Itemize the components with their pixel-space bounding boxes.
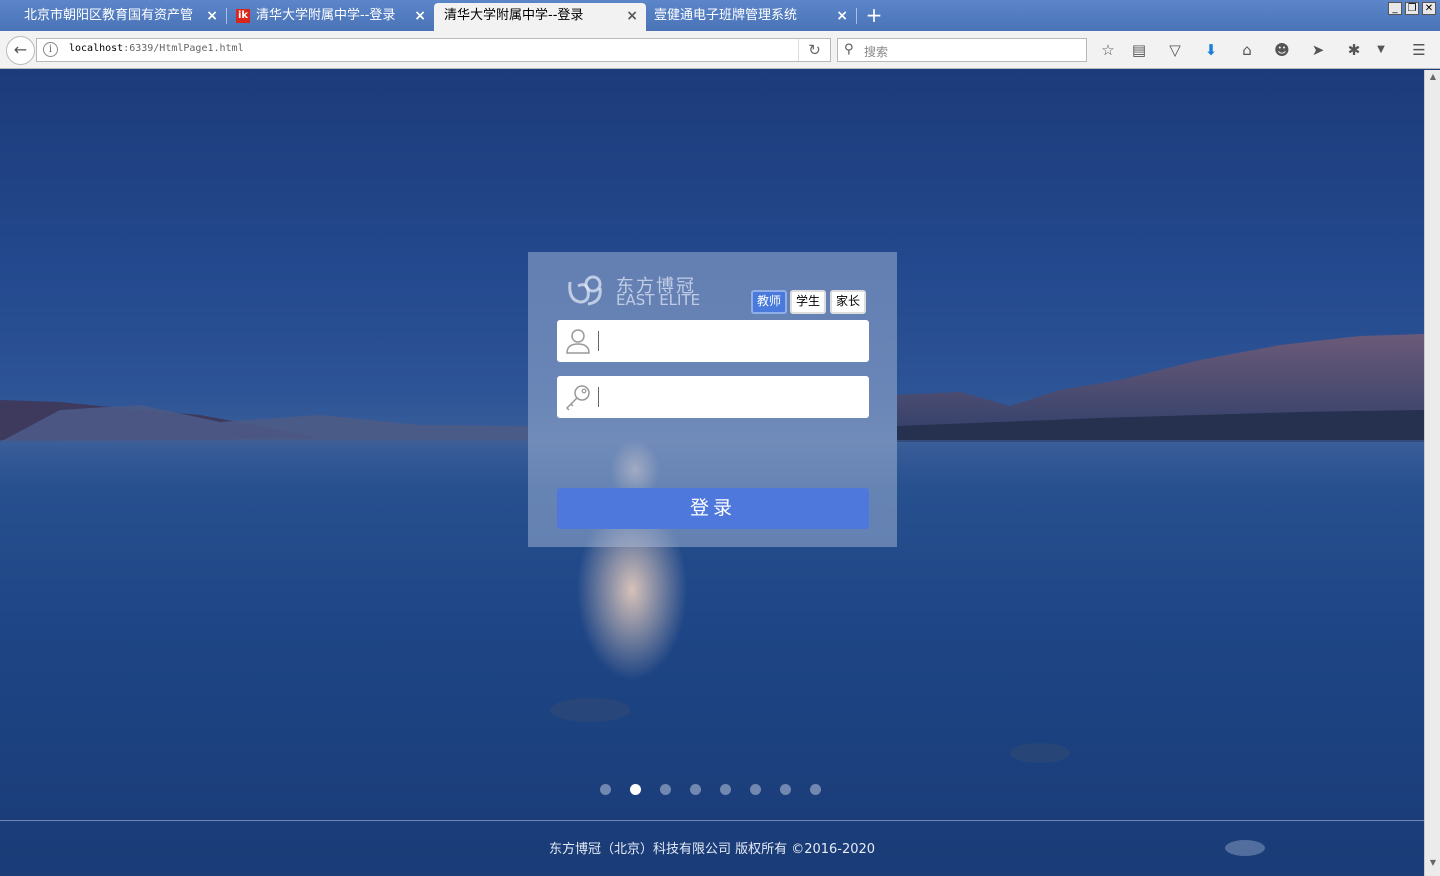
page-background: 东方博冠 EAST ELITE 教师 学生 家长 登录 东方博冠（北京）科技有限… xyxy=(0,70,1424,876)
tab-3-active[interactable]: 清华大学附属中学--登录 × xyxy=(434,3,646,31)
url-host: localhost xyxy=(69,43,124,54)
tab-title: 北京市朝阳区教育国有资产管… xyxy=(24,8,194,23)
reload-icon[interactable]: ↻ xyxy=(798,39,830,61)
send-icon[interactable]: ➤ xyxy=(1307,39,1329,61)
back-button[interactable]: ← xyxy=(6,36,35,65)
site-favicon-icon: ik xyxy=(236,8,250,23)
carousel-dot[interactable] xyxy=(600,784,611,795)
url-path: :6339/HtmlPage1.html xyxy=(123,43,244,54)
brand-logo-icon xyxy=(568,275,602,306)
restore-button[interactable]: ❐ xyxy=(1405,2,1419,15)
tab-title: 清华大学附属中学--登录 xyxy=(256,8,396,23)
close-icon[interactable]: × xyxy=(206,3,218,29)
tab-title: 清华大学附属中学--登录 xyxy=(444,8,584,23)
nav-bar: ← i localhost:6339/HtmlPage1.html ↻ ⚲ 搜索… xyxy=(0,31,1440,69)
tab-bar: 北京市朝阳区教育国有资产管… × ik 清华大学附属中学--登录 × 清华大学附属… xyxy=(0,0,1440,31)
footer-copyright: 东方博冠（北京）科技有限公司 版权所有 ©2016-2020 xyxy=(548,842,876,857)
tab-2[interactable]: ik 清华大学附属中学--登录 × xyxy=(226,3,434,31)
carousel-dot[interactable] xyxy=(810,784,821,795)
carousel-dot[interactable] xyxy=(660,784,671,795)
password-field[interactable] xyxy=(557,376,869,418)
scroll-up-icon[interactable]: ▲ xyxy=(1427,72,1439,86)
password-input[interactable] xyxy=(603,382,861,412)
url-text[interactable]: localhost:6339/HtmlPage1.html xyxy=(69,43,244,54)
carousel-dot[interactable] xyxy=(630,784,641,795)
new-tab-button[interactable]: + xyxy=(862,3,886,29)
key-icon xyxy=(565,385,590,411)
logo-en: EAST ELITE xyxy=(616,291,701,309)
home-icon[interactable]: ⌂ xyxy=(1236,39,1258,61)
scroll-down-icon[interactable]: ▼ xyxy=(1427,858,1439,872)
login-button[interactable]: 登录 xyxy=(557,488,869,529)
chevron-down-icon[interactable]: ▼ xyxy=(1370,39,1392,61)
url-bar[interactable]: i localhost:6339/HtmlPage1.html ↻ xyxy=(36,38,831,62)
extension-icon[interactable]: ✱ xyxy=(1343,39,1365,61)
tab-4[interactable]: 壹健通电子班牌管理系统 × xyxy=(644,3,856,31)
chat-icon[interactable]: ☻ xyxy=(1271,39,1293,61)
footer-divider xyxy=(0,820,1424,821)
logo: 东方博冠 EAST ELITE xyxy=(566,270,746,310)
close-icon[interactable]: × xyxy=(836,3,848,29)
carousel-dot[interactable] xyxy=(780,784,791,795)
login-panel: 东方博冠 EAST ELITE 教师 学生 家长 登录 xyxy=(528,252,897,547)
field-divider xyxy=(598,387,599,407)
user-icon xyxy=(566,329,590,354)
field-divider xyxy=(598,331,599,351)
carousel-dot[interactable] xyxy=(690,784,701,795)
info-icon[interactable]: i xyxy=(43,42,58,57)
minimize-button[interactable]: _ xyxy=(1388,2,1402,15)
carousel-dot[interactable] xyxy=(720,784,731,795)
role-tab-student[interactable]: 学生 xyxy=(790,290,826,314)
role-tab-teacher[interactable]: 教师 xyxy=(751,290,787,314)
vertical-scrollbar[interactable]: ▲ ▼ xyxy=(1424,70,1440,876)
menu-icon[interactable]: ☰ xyxy=(1408,39,1430,61)
close-icon[interactable]: × xyxy=(626,3,638,29)
tab-1[interactable]: 北京市朝阳区教育国有资产管… × xyxy=(14,3,226,31)
pocket-icon[interactable]: ▽ xyxy=(1164,39,1186,61)
tab-title: 壹健通电子班牌管理系统 xyxy=(654,8,798,23)
tab-separator xyxy=(856,8,857,24)
window-close-button[interactable]: ✕ xyxy=(1422,2,1436,15)
bookmark-star-icon[interactable]: ☆ xyxy=(1097,39,1119,61)
role-tab-parent[interactable]: 家长 xyxy=(830,290,866,314)
reading-list-icon[interactable]: ▤ xyxy=(1128,39,1150,61)
search-icon: ⚲ xyxy=(844,42,854,57)
download-icon[interactable]: ⬇ xyxy=(1200,39,1222,61)
search-placeholder: 搜索 xyxy=(864,45,889,59)
search-bar[interactable]: ⚲ 搜索 xyxy=(837,38,1087,62)
close-icon[interactable]: × xyxy=(414,3,426,29)
username-input[interactable] xyxy=(603,326,861,356)
carousel-dot[interactable] xyxy=(750,784,761,795)
username-field[interactable] xyxy=(557,320,869,362)
